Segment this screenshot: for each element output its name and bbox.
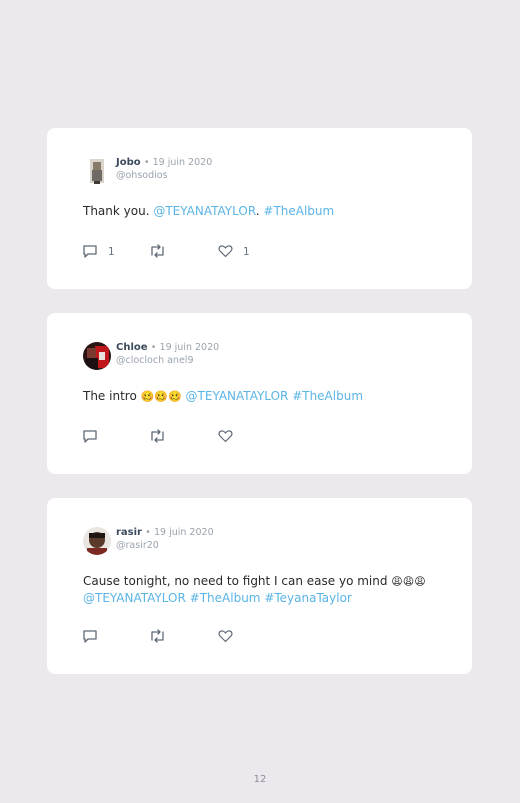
like-count: 1: [243, 246, 250, 258]
like-button[interactable]: [218, 629, 233, 645]
reply-button[interactable]: [82, 629, 98, 645]
emoji-group: 🥴🥴🥴: [140, 390, 182, 403]
tweet-date[interactable]: 19 juin 2020: [154, 527, 214, 538]
tweet-card: Chloe • 19 juin 2020 @clocloch anel9 The…: [47, 313, 472, 474]
retweet-button[interactable]: [149, 628, 166, 647]
reply-button[interactable]: 1: [82, 244, 115, 260]
reply-icon: [82, 428, 98, 447]
user-handle[interactable]: @rasir20: [116, 540, 214, 552]
separator-dot: •: [143, 157, 150, 168]
avatar[interactable]: [83, 527, 111, 555]
user-handle[interactable]: @ohsodios: [116, 170, 212, 182]
like-icon: [218, 628, 233, 647]
tweet-date[interactable]: 19 juin 2020: [160, 342, 220, 353]
tweet-card: Jobo • 19 juin 2020 @ohsodios Thank you.…: [47, 128, 472, 289]
hashtag-link[interactable]: #TheAlbum: [190, 591, 261, 605]
retweet-button[interactable]: [149, 243, 166, 262]
retweet-icon: [149, 428, 166, 447]
text-segment: Cause tonight, no need to fight I can ea…: [83, 574, 392, 588]
separator-dot: •: [145, 527, 151, 538]
tweet-text: Thank you. @TEYANATAYLOR. #TheAlbum: [83, 203, 443, 219]
hashtag-link[interactable]: #TheAlbum: [263, 204, 334, 218]
avatar[interactable]: [83, 342, 111, 370]
tweet-actions: [82, 428, 282, 447]
user-handle[interactable]: @clocloch anel9: [116, 355, 219, 367]
emoji-group: 😩😩😩: [391, 575, 426, 588]
like-icon: [218, 428, 233, 447]
user-name[interactable]: Jobo: [116, 157, 141, 168]
separator-dot: •: [150, 342, 157, 353]
tweet-text: The intro 🥴🥴🥴 @TEYANATAYLOR #TheAlbum: [83, 388, 443, 405]
like-button[interactable]: 1: [218, 244, 250, 260]
tweet-meta: Jobo • 19 juin 2020 @ohsodios: [116, 157, 212, 182]
reply-icon: [82, 628, 98, 647]
retweet-button[interactable]: [149, 428, 166, 447]
avatar[interactable]: [83, 157, 111, 185]
user-name[interactable]: Chloe: [116, 342, 148, 353]
tweet-actions: [82, 628, 282, 647]
tweet-text: Cause tonight, no need to fight I can ea…: [83, 573, 443, 606]
mention-link[interactable]: @TEYANATAYLOR: [186, 389, 289, 403]
text-segment: Thank you.: [83, 204, 154, 218]
text-segment: The intro: [83, 389, 141, 403]
mention-link[interactable]: @TEYANATAYLOR: [153, 204, 255, 218]
like-icon: [218, 243, 233, 262]
hashtag-link[interactable]: #TheAlbum: [292, 389, 363, 403]
hashtag-link[interactable]: #TeyanaTaylor: [264, 591, 352, 605]
retweet-icon: [149, 243, 166, 262]
tweet-actions: 1 1: [82, 243, 282, 262]
reply-button[interactable]: [82, 429, 98, 445]
tweet-card: rasir • 19 juin 2020 @rasir20 Cause toni…: [47, 498, 472, 674]
user-name[interactable]: rasir: [116, 527, 142, 538]
tweet-date[interactable]: 19 juin 2020: [153, 157, 213, 168]
reply-count: 1: [108, 246, 115, 258]
tweet-meta: rasir • 19 juin 2020 @rasir20: [116, 527, 214, 552]
page-number: 12: [253, 774, 267, 785]
reply-icon: [82, 243, 98, 262]
mention-link[interactable]: @TEYANATAYLOR: [83, 591, 186, 605]
tweet-meta: Chloe • 19 juin 2020 @clocloch anel9: [116, 342, 219, 367]
like-button[interactable]: [218, 429, 233, 445]
retweet-icon: [149, 628, 166, 647]
